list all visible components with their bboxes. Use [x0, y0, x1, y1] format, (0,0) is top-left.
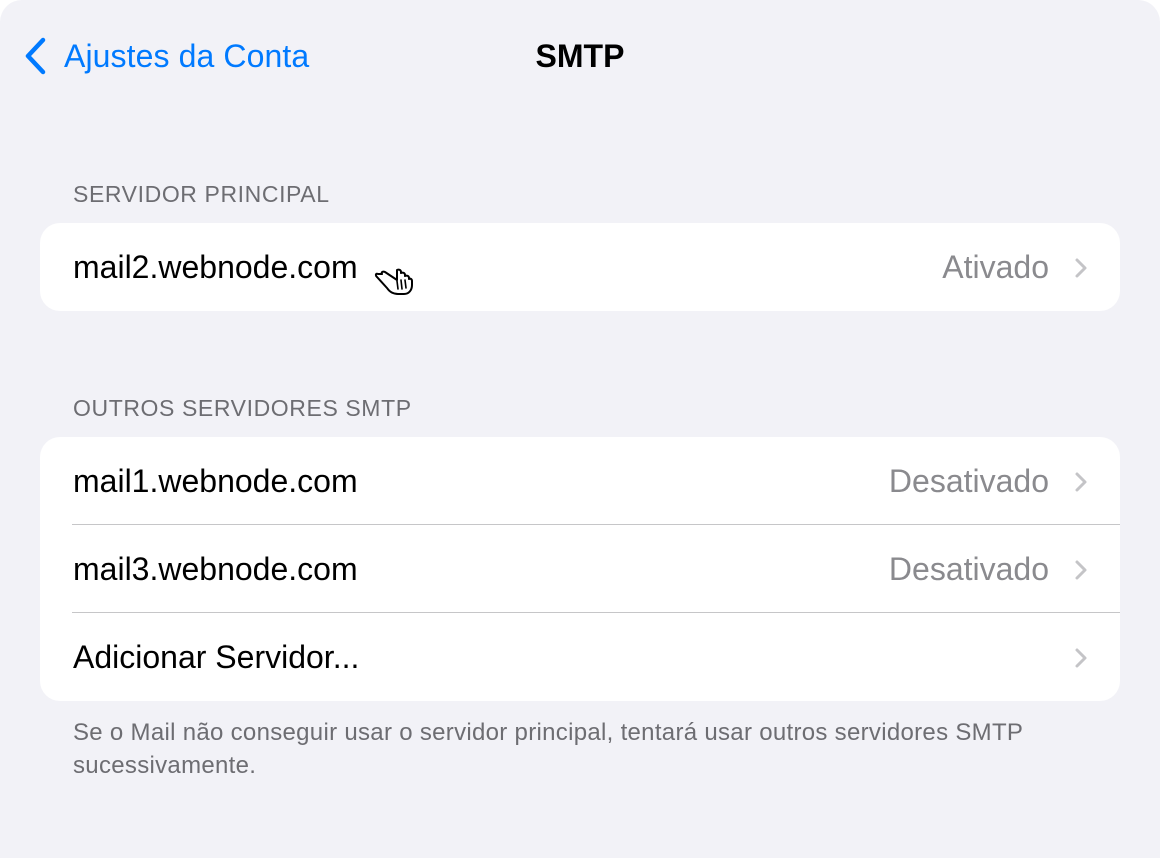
other-servers-group: mail1.webnode.com Desativado mail3.webno…	[40, 437, 1120, 701]
primary-server-group: mail2.webnode.com Ativado	[40, 223, 1120, 311]
add-server-label: Adicionar Servidor...	[73, 639, 360, 675]
back-button-label: Ajustes da Conta	[64, 37, 310, 74]
chevron-right-icon	[1075, 560, 1087, 580]
section-header-primary-server: SERVIDOR PRINCIPAL	[73, 181, 330, 207]
chevron-right-icon	[1075, 472, 1087, 492]
chevron-right-icon	[1075, 258, 1087, 278]
section-footer-note: Se o Mail não conseguir usar o servidor …	[73, 719, 1023, 779]
section-header-other-servers: OUTROS SERVIDORES SMTP	[73, 395, 412, 421]
page-title: SMTP	[535, 38, 625, 74]
server-row-mail1[interactable]: mail1.webnode.com Desativado	[40, 437, 1120, 525]
server-name: mail3.webnode.com	[73, 551, 358, 587]
server-row-mail3[interactable]: mail3.webnode.com Desativado	[40, 525, 1120, 613]
settings-sheet: Ajustes da Conta SMTP SERVIDOR PRINCIPAL…	[0, 0, 1160, 858]
chevron-left-icon	[25, 37, 46, 75]
add-server-row[interactable]: Adicionar Servidor...	[40, 613, 1120, 701]
back-button[interactable]: Ajustes da Conta	[24, 36, 309, 76]
primary-server-row[interactable]: mail2.webnode.com Ativado	[40, 223, 1120, 311]
chevron-right-icon	[1075, 648, 1087, 668]
navigation-bar: Ajustes da Conta SMTP	[0, 0, 1160, 112]
hand-pointer-icon	[374, 268, 413, 295]
server-name: mail1.webnode.com	[73, 463, 358, 499]
server-status: Desativado	[888, 551, 1049, 587]
server-status: Ativado	[942, 249, 1049, 285]
server-status: Desativado	[888, 463, 1049, 499]
server-name: mail2.webnode.com	[73, 249, 358, 285]
